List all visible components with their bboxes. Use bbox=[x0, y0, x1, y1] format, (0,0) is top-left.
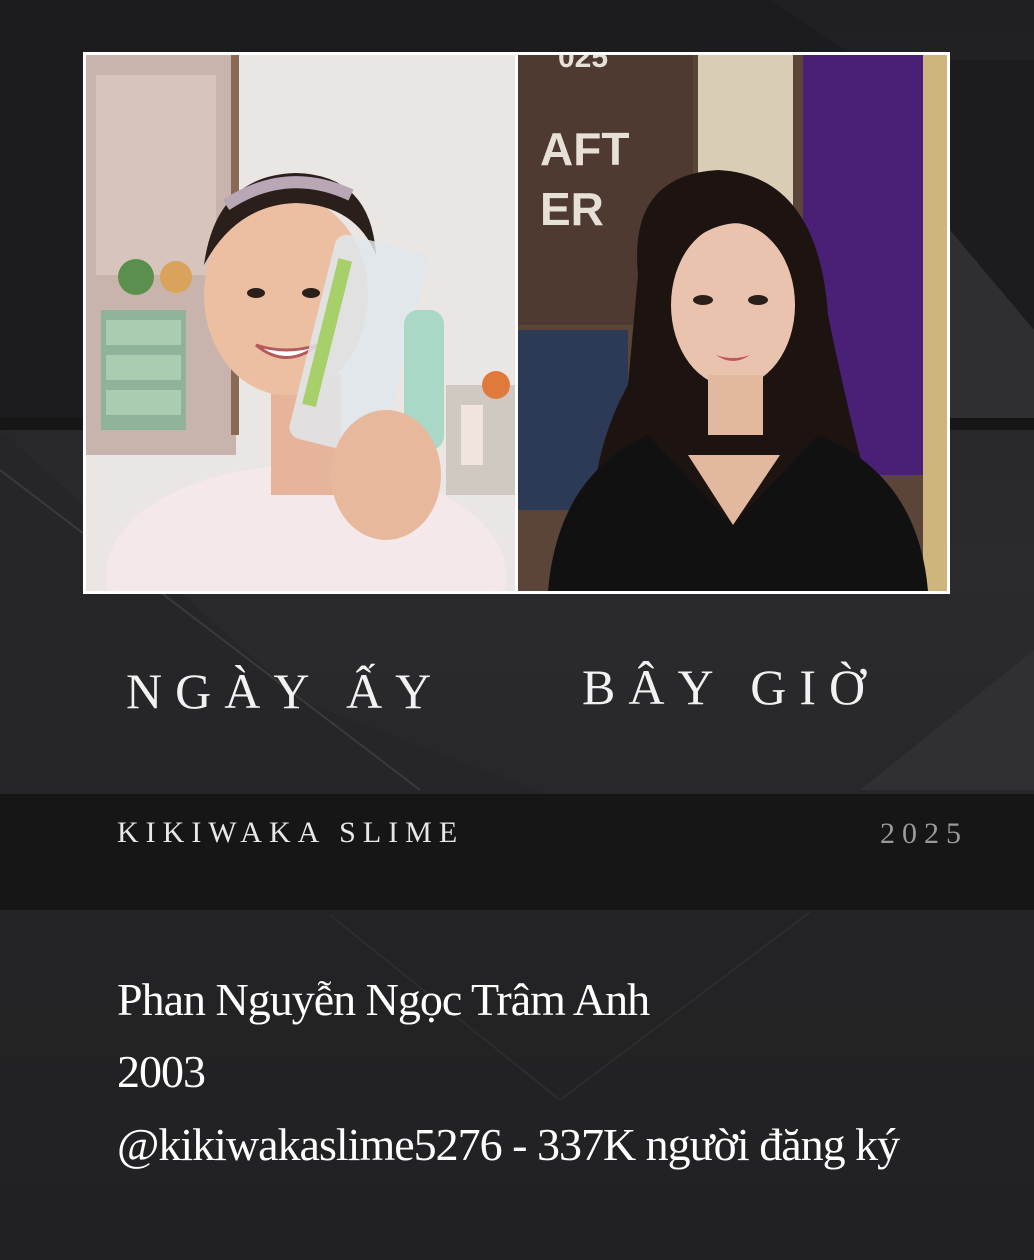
year-label: 2025 bbox=[880, 817, 968, 850]
before-label: NGÀY ẤY bbox=[126, 663, 445, 719]
channel-name: KIKIWAKA SLIME bbox=[117, 816, 465, 849]
birth-year: 2003 bbox=[117, 1046, 206, 1097]
sign-top-text: 025 bbox=[558, 55, 608, 74]
before-photo bbox=[86, 55, 515, 591]
photo-comparison: 025 AFT ER bbox=[83, 52, 950, 594]
channel-band bbox=[0, 794, 1034, 910]
after-photo: 025 AFT ER bbox=[518, 55, 947, 591]
after-label: BÂY GIỜ bbox=[582, 659, 879, 715]
profile-card: 025 AFT ER NGÀY ẤY BÂY GIỜ KIKIWAKA SLIM… bbox=[0, 0, 1034, 1260]
sign-line1-text: AFT bbox=[540, 123, 629, 175]
sign-line2-text: ER bbox=[540, 183, 604, 235]
channel-handle: @kikiwakaslime5276 - 337K người đăng ký bbox=[117, 1119, 900, 1170]
full-name: Phan Nguyễn Ngọc Trâm Anh bbox=[117, 974, 650, 1025]
